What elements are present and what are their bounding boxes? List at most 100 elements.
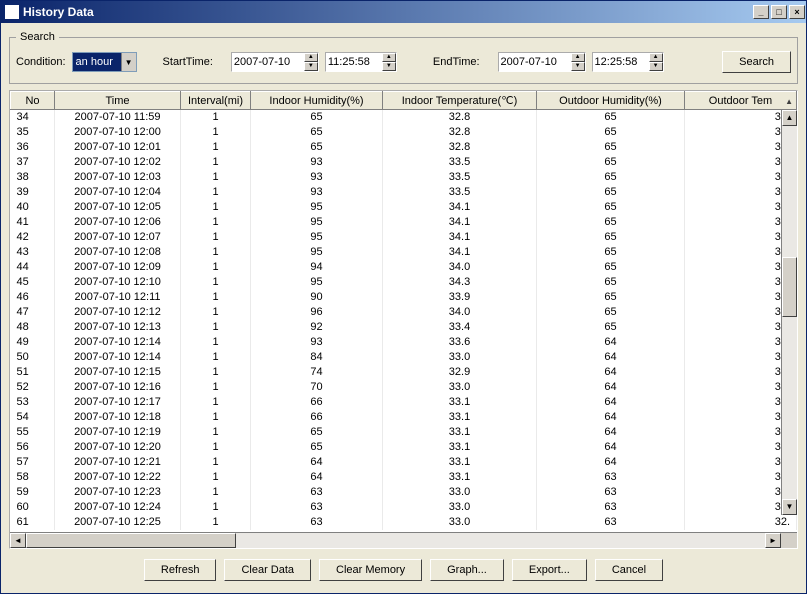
cell-interval: 1	[181, 290, 251, 305]
cell-indoor-temp: 32.8	[383, 125, 537, 140]
table-row[interactable]: 512007-07-10 12:1517432.96432.	[11, 365, 797, 380]
cell-interval: 1	[181, 185, 251, 200]
cell-outdoor-humidity: 65	[537, 320, 685, 335]
cell-indoor-temp: 32.8	[383, 110, 537, 125]
cell-indoor-temp: 33.5	[383, 170, 537, 185]
table-row[interactable]: 432007-07-10 12:0819534.16532.	[11, 245, 797, 260]
cell-indoor-humidity: 63	[251, 515, 383, 530]
table-row[interactable]: 442007-07-10 12:0919434.06532.	[11, 260, 797, 275]
scroll-thumb[interactable]	[26, 533, 236, 548]
table-row[interactable]: 462007-07-10 12:1119033.96532.	[11, 290, 797, 305]
scroll-down-icon[interactable]: ▼	[782, 499, 797, 515]
table-row[interactable]: 472007-07-10 12:1219634.06532.	[11, 305, 797, 320]
table-row[interactable]: 502007-07-10 12:1418433.06432.	[11, 350, 797, 365]
scroll-up-icon[interactable]: ▲	[782, 110, 797, 126]
cell-interval: 1	[181, 275, 251, 290]
table-row[interactable]: 412007-07-10 12:0619534.16532.	[11, 215, 797, 230]
col-outdoor-humidity[interactable]: Outdoor Humidity(%)	[537, 92, 685, 110]
clear-memory-button[interactable]: Clear Memory	[319, 559, 422, 581]
cell-time: 2007-07-10 12:20	[55, 440, 181, 455]
table-row[interactable]: 372007-07-10 12:0219333.56532.	[11, 155, 797, 170]
cell-interval: 1	[181, 335, 251, 350]
vertical-scrollbar[interactable]: ▲ ▼	[781, 110, 797, 515]
cell-no: 42	[11, 230, 55, 245]
cell-interval: 1	[181, 245, 251, 260]
table-row[interactable]: 492007-07-10 12:1419333.66432.	[11, 335, 797, 350]
col-no[interactable]: No	[11, 92, 55, 110]
scroll-track[interactable]	[26, 533, 765, 548]
start-time-input[interactable]: 11:25:58 ▲▼	[325, 52, 397, 72]
cell-indoor-temp: 34.3	[383, 275, 537, 290]
spin-up-icon[interactable]: ▲	[304, 53, 318, 62]
table-row[interactable]: 542007-07-10 12:1816633.16432.	[11, 410, 797, 425]
cell-time: 2007-07-10 12:22	[55, 470, 181, 485]
scroll-right-icon[interactable]: ►	[765, 533, 781, 548]
spin-up-icon[interactable]: ▲	[649, 53, 663, 62]
table-row[interactable]: 612007-07-10 12:2516333.06332.	[11, 515, 797, 530]
chevron-down-icon[interactable]: ▼	[121, 53, 136, 71]
table-row[interactable]: 342007-07-10 11:5916532.86532.	[11, 110, 797, 125]
table-row[interactable]: 602007-07-10 12:2416333.06332.	[11, 500, 797, 515]
scroll-left-icon[interactable]: ◄	[10, 533, 26, 548]
table-row[interactable]: 452007-07-10 12:1019534.36532.	[11, 275, 797, 290]
graph-button[interactable]: Graph...	[430, 559, 504, 581]
cell-outdoor-temp: 32.	[685, 335, 797, 350]
cell-interval: 1	[181, 320, 251, 335]
table-row[interactable]: 572007-07-10 12:2116433.16432.	[11, 455, 797, 470]
cell-outdoor-humidity: 63	[537, 500, 685, 515]
maximize-button[interactable]: □	[771, 5, 787, 19]
spin-up-icon[interactable]: ▲	[382, 53, 396, 62]
col-time[interactable]: Time	[55, 92, 181, 110]
cell-outdoor-temp: 32.	[685, 290, 797, 305]
scroll-track[interactable]	[782, 126, 797, 499]
table-row[interactable]: 402007-07-10 12:0519534.16532.	[11, 200, 797, 215]
header-row: No Time Interval(mi) Indoor Humidity(%) …	[11, 92, 797, 110]
table-row[interactable]: 422007-07-10 12:0719534.16532.	[11, 230, 797, 245]
cell-time: 2007-07-10 12:12	[55, 305, 181, 320]
cell-outdoor-humidity: 65	[537, 230, 685, 245]
col-indoor-humidity[interactable]: Indoor Humidity(%)	[251, 92, 383, 110]
cell-interval: 1	[181, 110, 251, 125]
end-time-input[interactable]: 12:25:58 ▲▼	[592, 52, 664, 72]
spin-down-icon[interactable]: ▼	[304, 62, 318, 71]
start-date-input[interactable]: 2007-07-10 ▲▼	[231, 52, 319, 72]
export-button[interactable]: Export...	[512, 559, 587, 581]
cell-outdoor-temp: 32.	[685, 320, 797, 335]
table-row[interactable]: 392007-07-10 12:0419333.56532.	[11, 185, 797, 200]
refresh-button[interactable]: Refresh	[144, 559, 217, 581]
table-row[interactable]: 482007-07-10 12:1319233.46532.	[11, 320, 797, 335]
minimize-button[interactable]: _	[753, 5, 769, 19]
clear-data-button[interactable]: Clear Data	[224, 559, 311, 581]
scroll-thumb[interactable]	[782, 257, 797, 317]
close-button[interactable]: ×	[789, 5, 805, 19]
cancel-button[interactable]: Cancel	[595, 559, 663, 581]
spin-up-icon[interactable]: ▲	[571, 53, 585, 62]
table-row[interactable]: 362007-07-10 12:0116532.86532.	[11, 140, 797, 155]
titlebar: History Data _ □ ×	[1, 1, 806, 23]
table-row[interactable]: 382007-07-10 12:0319333.56532.	[11, 170, 797, 185]
table-row[interactable]: 352007-07-10 12:0016532.86532.	[11, 125, 797, 140]
table-row[interactable]: 582007-07-10 12:2216433.16332.	[11, 470, 797, 485]
col-interval[interactable]: Interval(mi)	[181, 92, 251, 110]
cell-outdoor-temp: 32.	[685, 155, 797, 170]
cell-indoor-temp: 33.5	[383, 155, 537, 170]
horizontal-scrollbar[interactable]: ◄ ►	[10, 532, 797, 548]
table-row[interactable]: 552007-07-10 12:1916533.16432.	[11, 425, 797, 440]
cell-no: 48	[11, 320, 55, 335]
table-row[interactable]: 522007-07-10 12:1617033.06432.	[11, 380, 797, 395]
col-indoor-temperature[interactable]: Indoor Temperature(℃)	[383, 92, 537, 110]
cell-outdoor-temp: 32.	[685, 350, 797, 365]
cell-indoor-humidity: 95	[251, 230, 383, 245]
condition-combo[interactable]: an hour ▼	[72, 52, 137, 72]
spin-down-icon[interactable]: ▼	[649, 62, 663, 71]
col-outdoor-temperature[interactable]: Outdoor Tem	[685, 92, 797, 110]
end-date-input[interactable]: 2007-07-10 ▲▼	[498, 52, 586, 72]
search-button[interactable]: Search	[722, 51, 791, 73]
cell-no: 57	[11, 455, 55, 470]
table-row[interactable]: 562007-07-10 12:2016533.16432.	[11, 440, 797, 455]
spin-down-icon[interactable]: ▼	[571, 62, 585, 71]
spin-down-icon[interactable]: ▼	[382, 62, 396, 71]
table-row[interactable]: 592007-07-10 12:2316333.06332.	[11, 485, 797, 500]
cell-interval: 1	[181, 515, 251, 530]
table-row[interactable]: 532007-07-10 12:1716633.16432.	[11, 395, 797, 410]
